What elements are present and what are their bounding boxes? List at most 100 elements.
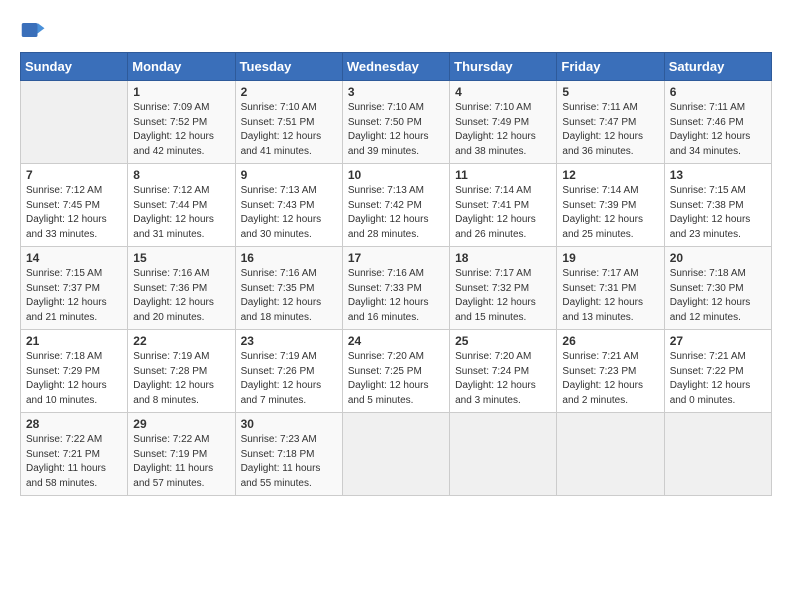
day-number: 15: [133, 251, 229, 265]
calendar-cell: 1 Sunrise: 7:09 AM Sunset: 7:52 PM Daylig…: [128, 81, 235, 164]
day-number: 2: [241, 85, 337, 99]
day-number: 11: [455, 168, 551, 182]
day-number: 3: [348, 85, 444, 99]
day-info: Sunrise: 7:09 AM Sunset: 7:52 PM Dayligh…: [133, 101, 229, 159]
calendar-cell: 7Sunrise: 7:12 AM Sunset: 7:45 PM Daylig…: [21, 164, 128, 247]
day-number: 22: [133, 334, 229, 348]
day-number: 14: [26, 251, 122, 265]
calendar-cell: 20 Sunrise: 7:18 AM Sunset: 7:30 PM Dayli…: [664, 247, 771, 330]
weekday-header-thursday: Thursday: [450, 53, 557, 81]
day-number: 10: [348, 168, 444, 182]
calendar-cell: [664, 413, 771, 496]
day-number: 23: [241, 334, 337, 348]
day-number: 24: [348, 334, 444, 348]
weekday-header-friday: Friday: [557, 53, 664, 81]
calendar-cell: 16 Sunrise: 7:16 AM Sunset: 7:35 PM Dayli…: [235, 247, 342, 330]
calendar-cell: 22 Sunrise: 7:19 AM Sunset: 7:28 PM Dayli…: [128, 330, 235, 413]
day-number: 5: [562, 85, 658, 99]
day-info: Sunrise: 7:17 AM Sunset: 7:32 PM Dayligh…: [455, 267, 551, 325]
day-number: 9: [241, 168, 337, 182]
day-info: Sunrise: 7:22 AM Sunset: 7:21 PM Dayligh…: [26, 433, 122, 491]
calendar-cell: 15 Sunrise: 7:16 AM Sunset: 7:36 PM Dayli…: [128, 247, 235, 330]
day-info: Sunrise: 7:21 AM Sunset: 7:22 PM Dayligh…: [670, 350, 766, 408]
day-info: Sunrise: 7:11 AM Sunset: 7:47 PM Dayligh…: [562, 101, 658, 159]
calendar-cell: 12Sunrise: 7:14 AM Sunset: 7:39 PM Dayli…: [557, 164, 664, 247]
calendar-cell: 24 Sunrise: 7:20 AM Sunset: 7:25 PM Dayli…: [342, 330, 449, 413]
day-info: Sunrise: 7:10 AM Sunset: 7:49 PM Dayligh…: [455, 101, 551, 159]
day-info: Sunrise: 7:16 AM Sunset: 7:35 PM Dayligh…: [241, 267, 337, 325]
calendar-cell: 6 Sunrise: 7:11 AM Sunset: 7:46 PM Daylig…: [664, 81, 771, 164]
day-info: Sunrise: 7:22 AM Sunset: 7:19 PM Dayligh…: [133, 433, 229, 491]
calendar-cell: 14 Sunrise: 7:15 AM Sunset: 7:37 PM Dayli…: [21, 247, 128, 330]
day-number: 26: [562, 334, 658, 348]
day-number: 25: [455, 334, 551, 348]
day-info: Sunrise: 7:18 AM Sunset: 7:29 PM Dayligh…: [26, 350, 122, 408]
day-number: 6: [670, 85, 766, 99]
day-number: 18: [455, 251, 551, 265]
day-info: Sunrise: 7:10 AM Sunset: 7:50 PM Dayligh…: [348, 101, 444, 159]
day-info: Sunrise: 7:21 AM Sunset: 7:23 PM Dayligh…: [562, 350, 658, 408]
day-number: 21: [26, 334, 122, 348]
calendar-cell: 3 Sunrise: 7:10 AM Sunset: 7:50 PM Daylig…: [342, 81, 449, 164]
calendar-cell: 19Sunrise: 7:17 AM Sunset: 7:31 PM Dayli…: [557, 247, 664, 330]
day-number: 28: [26, 417, 122, 431]
calendar-cell: [342, 413, 449, 496]
day-info: Sunrise: 7:12 AM Sunset: 7:44 PM Dayligh…: [133, 184, 229, 242]
day-number: 13: [670, 168, 766, 182]
day-info: Sunrise: 7:11 AM Sunset: 7:46 PM Dayligh…: [670, 101, 766, 159]
day-info: Sunrise: 7:13 AM Sunset: 7:43 PM Dayligh…: [241, 184, 337, 242]
day-info: Sunrise: 7:16 AM Sunset: 7:36 PM Dayligh…: [133, 267, 229, 325]
calendar-cell: 26 Sunrise: 7:21 AM Sunset: 7:23 PM Dayli…: [557, 330, 664, 413]
day-info: Sunrise: 7:13 AM Sunset: 7:42 PM Dayligh…: [348, 184, 444, 242]
calendar-week-row: 21 Sunrise: 7:18 AM Sunset: 7:29 PM Dayli…: [21, 330, 772, 413]
calendar-cell: 4 Sunrise: 7:10 AM Sunset: 7:49 PM Daylig…: [450, 81, 557, 164]
calendar-week-row: 1 Sunrise: 7:09 AM Sunset: 7:52 PM Daylig…: [21, 81, 772, 164]
day-number: 4: [455, 85, 551, 99]
calendar-cell: 9 Sunrise: 7:13 AM Sunset: 7:43 PM Daylig…: [235, 164, 342, 247]
day-info: Sunrise: 7:18 AM Sunset: 7:30 PM Dayligh…: [670, 267, 766, 325]
calendar-cell: [450, 413, 557, 496]
day-info: Sunrise: 7:20 AM Sunset: 7:25 PM Dayligh…: [348, 350, 444, 408]
calendar-cell: 21 Sunrise: 7:18 AM Sunset: 7:29 PM Dayli…: [21, 330, 128, 413]
day-number: 8: [133, 168, 229, 182]
calendar-cell: [557, 413, 664, 496]
weekday-header-row: SundayMondayTuesdayWednesdayThursdayFrid…: [21, 53, 772, 81]
day-info: Sunrise: 7:14 AM Sunset: 7:41 PM Dayligh…: [455, 184, 551, 242]
calendar-cell: 18 Sunrise: 7:17 AM Sunset: 7:32 PM Dayli…: [450, 247, 557, 330]
page-header: [20, 16, 772, 44]
day-info: Sunrise: 7:15 AM Sunset: 7:37 PM Dayligh…: [26, 267, 122, 325]
day-number: 29: [133, 417, 229, 431]
calendar-week-row: 7Sunrise: 7:12 AM Sunset: 7:45 PM Daylig…: [21, 164, 772, 247]
calendar-cell: 28 Sunrise: 7:22 AM Sunset: 7:21 PM Dayli…: [21, 413, 128, 496]
day-info: Sunrise: 7:17 AM Sunset: 7:31 PM Dayligh…: [562, 267, 658, 325]
calendar-cell: 11 Sunrise: 7:14 AM Sunset: 7:41 PM Dayli…: [450, 164, 557, 247]
weekday-header-wednesday: Wednesday: [342, 53, 449, 81]
day-number: 7: [26, 168, 122, 182]
day-info: Sunrise: 7:20 AM Sunset: 7:24 PM Dayligh…: [455, 350, 551, 408]
calendar-table: SundayMondayTuesdayWednesdayThursdayFrid…: [20, 52, 772, 496]
calendar-cell: [21, 81, 128, 164]
calendar-cell: 29 Sunrise: 7:22 AM Sunset: 7:19 PM Dayli…: [128, 413, 235, 496]
calendar-cell: 2 Sunrise: 7:10 AM Sunset: 7:51 PM Daylig…: [235, 81, 342, 164]
day-info: Sunrise: 7:14 AM Sunset: 7:39 PM Dayligh…: [562, 184, 658, 242]
calendar-cell: 25 Sunrise: 7:20 AM Sunset: 7:24 PM Dayli…: [450, 330, 557, 413]
day-info: Sunrise: 7:19 AM Sunset: 7:28 PM Dayligh…: [133, 350, 229, 408]
calendar-cell: 27 Sunrise: 7:21 AM Sunset: 7:22 PM Dayli…: [664, 330, 771, 413]
day-number: 20: [670, 251, 766, 265]
day-number: 16: [241, 251, 337, 265]
weekday-header-tuesday: Tuesday: [235, 53, 342, 81]
day-number: 1: [133, 85, 229, 99]
day-info: Sunrise: 7:15 AM Sunset: 7:38 PM Dayligh…: [670, 184, 766, 242]
calendar-cell: 8 Sunrise: 7:12 AM Sunset: 7:44 PM Daylig…: [128, 164, 235, 247]
calendar-week-row: 28 Sunrise: 7:22 AM Sunset: 7:21 PM Dayli…: [21, 413, 772, 496]
day-info: Sunrise: 7:19 AM Sunset: 7:26 PM Dayligh…: [241, 350, 337, 408]
weekday-header-saturday: Saturday: [664, 53, 771, 81]
day-number: 27: [670, 334, 766, 348]
weekday-header-sunday: Sunday: [21, 53, 128, 81]
day-info: Sunrise: 7:10 AM Sunset: 7:51 PM Dayligh…: [241, 101, 337, 159]
calendar-cell: 10 Sunrise: 7:13 AM Sunset: 7:42 PM Dayli…: [342, 164, 449, 247]
calendar-cell: 17Sunrise: 7:16 AM Sunset: 7:33 PM Dayli…: [342, 247, 449, 330]
day-info: Sunrise: 7:16 AM Sunset: 7:33 PM Dayligh…: [348, 267, 444, 325]
calendar-cell: 30Sunrise: 7:23 AM Sunset: 7:18 PM Dayli…: [235, 413, 342, 496]
weekday-header-monday: Monday: [128, 53, 235, 81]
